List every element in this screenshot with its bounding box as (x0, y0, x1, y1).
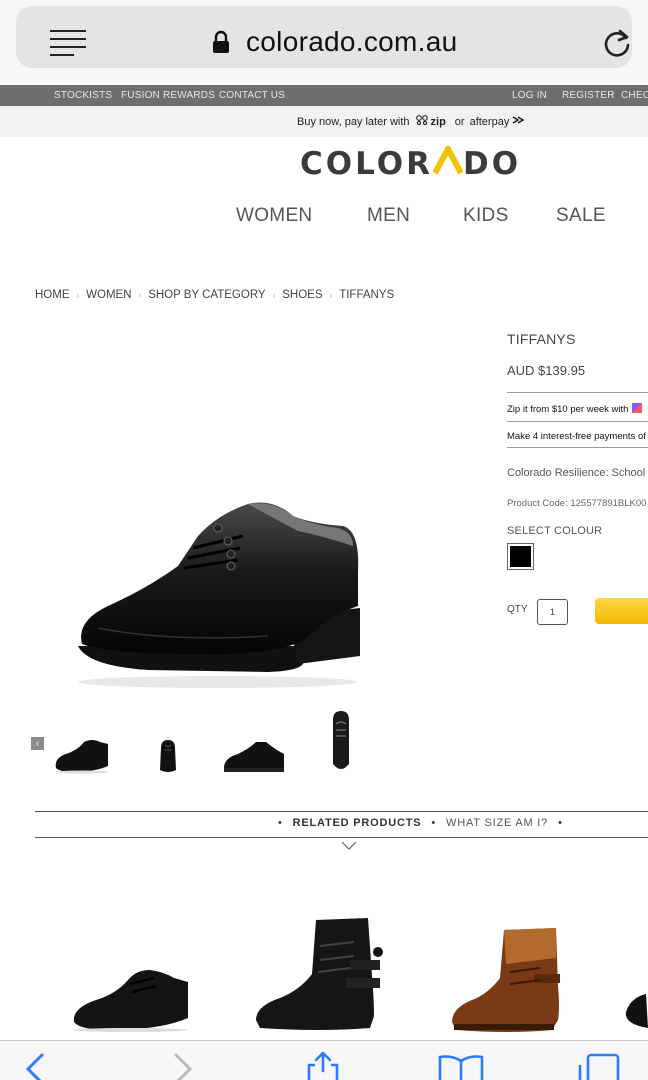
promo-or: or (454, 115, 465, 128)
tab-separator: • (558, 817, 563, 829)
related-product-2[interactable] (250, 916, 390, 1037)
url-display[interactable]: colorado.com.au (212, 24, 458, 60)
breadcrumb-current: TIFFANYS (339, 289, 395, 301)
chevron-right-icon: › (76, 290, 80, 300)
chevron-right-icon: › (329, 290, 333, 300)
util-link-register[interactable]: REGISTER (562, 90, 615, 101)
reload-icon[interactable] (600, 26, 634, 60)
afterpay-payment-info[interactable]: Make 4 interest-free payments of (507, 431, 646, 442)
tab-separator: • (278, 817, 283, 829)
divider (507, 447, 648, 448)
breadcrumb-women[interactable]: WOMEN (86, 289, 131, 301)
logo-text-start: COLOR (300, 146, 433, 182)
related-product-3[interactable] (448, 924, 564, 1039)
zip-logo: zip (430, 115, 446, 128)
back-icon[interactable] (22, 1053, 48, 1080)
promo-banner: Buy now, pay later with zip or afterpay (0, 106, 648, 137)
url-text: colorado.com.au (246, 26, 458, 57)
thumbnail-prev-button[interactable]: ‹ (31, 737, 44, 750)
util-link-fusion-rewards[interactable]: FUSION REWARDS (121, 90, 215, 101)
share-icon[interactable] (306, 1051, 340, 1080)
tabs-icon[interactable] (576, 1053, 622, 1080)
address-bar[interactable]: colorado.com.au (16, 6, 632, 68)
tabs-top-border (35, 811, 648, 812)
zip-mini-icon (632, 403, 643, 413)
add-to-cart-button[interactable] (595, 598, 648, 624)
browser-bottom-toolbar (0, 1040, 648, 1080)
breadcrumb-home[interactable]: HOME (35, 289, 70, 301)
divider (507, 421, 648, 422)
divider (507, 392, 648, 393)
menu-icon[interactable] (50, 30, 86, 56)
thumbnail-1[interactable] (54, 738, 110, 779)
nav-kids[interactable]: KIDS (463, 205, 509, 227)
browser-toolbar: colorado.com.au (0, 0, 648, 84)
swatch-fill (510, 546, 531, 567)
colour-swatch-black[interactable] (507, 543, 534, 570)
lock-icon (212, 30, 230, 54)
promo-prefix: Buy now, pay later with (297, 115, 410, 128)
product-price: AUD $139.95 (507, 363, 586, 378)
chevron-right-icon: › (138, 290, 142, 300)
product-code: Product Code: 125577891BLK00 (507, 498, 647, 509)
afterpay-logo: afterpay (469, 115, 510, 128)
nav-men[interactable]: MEN (367, 205, 410, 227)
forward-icon[interactable] (170, 1053, 196, 1080)
colorado-logo[interactable]: COLOR DO (300, 142, 522, 182)
thumbnail-2[interactable] (157, 738, 179, 779)
related-product-4[interactable] (622, 990, 648, 1035)
breadcrumb-shoes[interactable]: SHOES (282, 289, 322, 301)
promo-text: Buy now, pay later with zip or afterpay (297, 115, 525, 128)
thumbnail-4[interactable] (330, 710, 352, 779)
zip-logo-icon (415, 115, 428, 128)
chevron-right-icon: › (272, 290, 276, 300)
util-link-stockists[interactable]: STOCKISTS (54, 90, 112, 101)
nav-women[interactable]: WOMEN (236, 205, 312, 227)
zip-payment-text: Zip it from $10 per week with (507, 404, 629, 415)
tab-related-products[interactable]: RELATED PRODUCTS (293, 817, 422, 829)
util-link-log-in[interactable]: LOG IN (512, 90, 547, 101)
breadcrumb: HOME › WOMEN › SHOP BY CATEGORY › SHOES … (35, 289, 394, 301)
qty-label: QTY (507, 604, 528, 615)
select-colour-label: SELECT COLOUR (507, 525, 603, 537)
tab-separator: • (431, 817, 437, 829)
util-link-checkout[interactable]: CHEC (621, 90, 648, 101)
product-title: TIFFANYS (507, 331, 576, 347)
logo-accent-letter (432, 142, 464, 182)
utility-nav: STOCKISTS FUSION REWARDS CONTACT US LOG … (0, 85, 648, 106)
zip-payment-info[interactable]: Zip it from $10 per week with (507, 403, 643, 415)
nav-sale[interactable]: SALE (556, 205, 606, 227)
product-description: Colorado Resilience: School (507, 467, 646, 479)
logo-text-end: DO (462, 146, 522, 182)
bookmarks-icon[interactable] (438, 1055, 484, 1080)
product-tabs: • RELATED PRODUCTS • WHAT SIZE AM I? • (268, 817, 573, 829)
active-tab-pointer-icon (341, 837, 357, 850)
quantity-input[interactable]: 1 (537, 599, 568, 625)
tab-what-size[interactable]: WHAT SIZE AM I? (446, 817, 548, 829)
afterpay-arrows-icon (511, 115, 525, 128)
related-product-1[interactable] (70, 964, 192, 1037)
breadcrumb-shop-by-category[interactable]: SHOP BY CATEGORY (148, 289, 265, 301)
product-main-image[interactable] (68, 496, 368, 692)
thumbnail-3[interactable] (222, 740, 286, 779)
util-link-contact-us[interactable]: CONTACT US (219, 90, 285, 101)
